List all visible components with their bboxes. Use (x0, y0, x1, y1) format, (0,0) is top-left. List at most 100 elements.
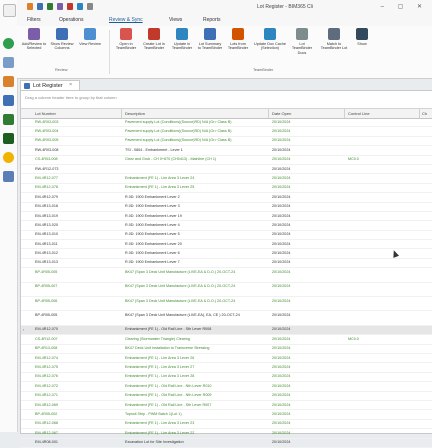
column-header-control-line[interactable]: Control Line (348, 111, 370, 116)
list-icon[interactable] (3, 57, 14, 68)
docs-icon (296, 28, 308, 40)
lot-number-cell: EM-4R13-011 (35, 241, 58, 246)
table-row[interactable]: EM-4R13-020 R.0D: 1900 Embankment Lever 4… (21, 221, 432, 231)
table-row[interactable]: EM-4R12-078 Embankment (FE 1) - Lim Area … (21, 184, 432, 194)
document-icon[interactable] (3, 4, 16, 17)
date-open-cell: 20/10/2024 (272, 421, 291, 426)
table-row[interactable]: EM-4R12-076 Embankment (FE 1) - Lim Area … (21, 373, 432, 383)
table-row[interactable]: BP-4R05-006 BK47 (Span 3 Deck Unit Manufa… (21, 297, 432, 312)
show-button[interactable]: Show (353, 28, 371, 46)
lot-number-cell: BP-4R05-002 (35, 411, 58, 416)
column-header-description[interactable]: Description (125, 111, 145, 116)
table-row[interactable]: RW-4R03-003 Pavement supply Lot (Conditio… (21, 118, 432, 128)
lot-number-cell: EM-4R12-069 (35, 402, 58, 407)
table-row[interactable]: EM-4R13-013 R.0D: 1900 Embankment Lever 7… (21, 259, 432, 269)
window-controls[interactable]: – ▢ ✕ (381, 3, 428, 10)
lot-number-cell: RW-4R03-008 (35, 147, 59, 152)
grid-icon[interactable] (3, 95, 14, 106)
refresh-icon[interactable] (57, 3, 63, 10)
table-row[interactable]: EM-4R12-068 Embankment (FE 1) - Lim Area … (21, 420, 432, 430)
tab-views[interactable]: Views (169, 17, 182, 23)
table-row[interactable]: EM-4R13-011 R.0D: 1900 Embankment Lever 2… (21, 240, 432, 250)
description-cell: Embankment (FE 1) - Lim Area 3 Lever 27 (125, 364, 195, 369)
description-cell: BK47 (Span 3 Deck Unit Manufacture (LIVE… (125, 313, 240, 318)
table-row[interactable]: EM-4R12-074 Embankment (FE 1) - Lim Area … (21, 354, 432, 364)
tag-icon[interactable] (3, 133, 14, 144)
view-review-button[interactable]: View Review (77, 28, 103, 46)
table-row[interactable]: EM-4R13-010 R.0D: 1900 Embankment Lever 5… (21, 231, 432, 241)
open-in-teambinder-button[interactable]: Open in TeamBinder (113, 28, 139, 51)
lots-from-teambinder-button[interactable]: Lots from TeamBinder (225, 28, 251, 51)
table-row[interactable]: BP-4R05-005 BK47 (Span 3 Deck Unit Manufa… (21, 311, 432, 326)
check-circle-icon[interactable] (3, 38, 14, 49)
create-lot-button[interactable]: Create Lot in TeamBinder (141, 28, 167, 51)
column-divider (121, 109, 122, 118)
lot-number-cell: BP-4R05-005 (35, 313, 58, 318)
table-row[interactable]: CS-4R12-007 Clearing (Stormwater Triangle… (21, 335, 432, 345)
tab-reports[interactable]: Reports (203, 17, 221, 23)
user-icon[interactable] (3, 76, 14, 87)
table-row[interactable]: EM-4R08-001 Excavation Lot for Site Inves… (21, 439, 432, 448)
redo-icon[interactable] (47, 3, 53, 10)
warning-icon[interactable] (3, 152, 14, 163)
lot-teambinder-docs-button[interactable]: Lot TeamBinder Docs (289, 28, 315, 55)
lot-number-cell: BP-4R05-007 (35, 284, 58, 289)
description-cell: Embankment (FE 1) - Lim Area 3 Lever 26 (125, 355, 195, 360)
lot-number-cell: EM-4R12-074 (35, 355, 58, 360)
table-row[interactable]: BP-4R05-007 BK47 (Span 3 Deck Unit Manufa… (21, 283, 432, 298)
add-review-button[interactable]: Add/Review to Selected (21, 28, 47, 51)
date-open-cell: 20/10/2024 (272, 440, 291, 445)
table-row[interactable]: EM-4R12-071 Embankment (FE 1) - Old Rail … (21, 392, 432, 401)
lot-number-cell: EM-4R13-010 (35, 232, 58, 237)
lot-number-cell: EM-4R12-077 (35, 175, 58, 180)
left-icon-rail (0, 0, 18, 432)
match-to-teambinder-lot-button[interactable]: Match to TeamBinder Lot (317, 28, 351, 51)
layers-icon[interactable] (3, 171, 14, 182)
table-row[interactable]: EM-4R12-079 R.0D: 1900 Embankment Lever 2… (21, 193, 432, 203)
close-tab-icon[interactable]: × (69, 82, 72, 88)
grid-view-icon[interactable] (77, 3, 83, 10)
people-icon[interactable] (3, 114, 14, 125)
table-row[interactable]: RW-4R03-004 Pavement supply Lot (Conditio… (21, 127, 432, 137)
filter-icon[interactable] (67, 3, 73, 10)
table-row[interactable]: RW-4R03-008 TSI - 0804 - Embankment - Lev… (21, 146, 432, 156)
undo-icon[interactable] (37, 3, 43, 10)
table-row[interactable]: EM-4R13-012 R.0D: 1900 Embankment Lever 6… (21, 249, 432, 259)
table-row[interactable]: RW-4R03-005 Pavement supply Lot (Conditio… (21, 137, 432, 147)
table-row[interactable]: EM-4R12-067 Embankment (FE 1) - Lim Area … (21, 429, 432, 439)
description-cell: Pavement supply Lot (Conditions)(Source)… (125, 128, 232, 133)
table-row[interactable]: EM-4R13-018 R.0D: 1900 Embankment Lever 3… (21, 203, 432, 212)
table-row[interactable]: RW-4R12-073 20/10/2024 (21, 165, 432, 175)
table-row[interactable]: BP-4R05-002 Topsoil Strip - PWM Batch 1(L… (21, 410, 432, 420)
description-cell: Embankment (FE 1) - Old Rail Line - Sth … (125, 327, 212, 332)
column-header-lot-number[interactable]: Lot Number (35, 111, 56, 116)
table-row[interactable]: › EM-4R12-070 Embankment (FE 1) - Old Rail… (21, 325, 432, 336)
tab-operations[interactable]: Operations (59, 17, 83, 23)
column-header-ch[interactable]: Ch (422, 111, 427, 116)
date-open-cell: 20/10/2024 (272, 157, 291, 162)
table-row[interactable]: BP-4R05-005 BK47 (Span 3 Deck Unit Manufa… (21, 268, 432, 283)
table-row[interactable]: CS-4R03-008 Clear and Grub - CH 0+870 (CH… (21, 156, 432, 165)
table-row[interactable]: EM-4R13-019 R.0D: 1900 Embankment Lever 1… (21, 212, 432, 222)
date-open-cell: 20/10/2024 (272, 411, 291, 416)
update-in-teambinder-button[interactable]: Update in TeamBinder (169, 28, 195, 51)
settings-icon[interactable] (87, 3, 93, 10)
table-row[interactable]: BP-4R13-008 BK47 Deck Unit Installation t… (21, 345, 432, 354)
table-row[interactable]: EM-4R12-069 Embankment (FE 1) - Old Rail … (21, 401, 432, 411)
date-open-cell: 20/10/2024 (272, 166, 291, 171)
tab-review-sync[interactable]: Review & Sync (109, 17, 143, 23)
table-row[interactable]: EM-4R12-072 Embankment (FE 1) - Old Rail … (21, 382, 432, 392)
lot-summary-button[interactable]: Lot Summary to TeamBinder (197, 28, 223, 51)
table-row[interactable]: EM-4R12-077 Embankment (FE 1) - Lim Area … (21, 174, 432, 184)
column-divider (344, 109, 345, 118)
table-row[interactable]: EM-4R12-075 Embankment (FE 1) - Lim Area … (21, 363, 432, 373)
tab-filters[interactable]: Filters (27, 17, 41, 23)
date-open-cell: 20/10/2024 (272, 138, 291, 143)
save-icon[interactable] (27, 3, 33, 10)
show-review-columns-button[interactable]: Show Review Columns (49, 28, 75, 51)
description-cell: TSI - 0804 - Embankment - Lever 1 (125, 147, 183, 152)
column-header-date-open[interactable]: Date Open (272, 111, 291, 116)
update-doc-cache-button[interactable]: Update Doc Cache (Selection) (253, 28, 287, 51)
date-open-cell: 20/10/2024 (272, 194, 291, 199)
lot-number-cell: BP-4R13-008 (35, 346, 58, 351)
